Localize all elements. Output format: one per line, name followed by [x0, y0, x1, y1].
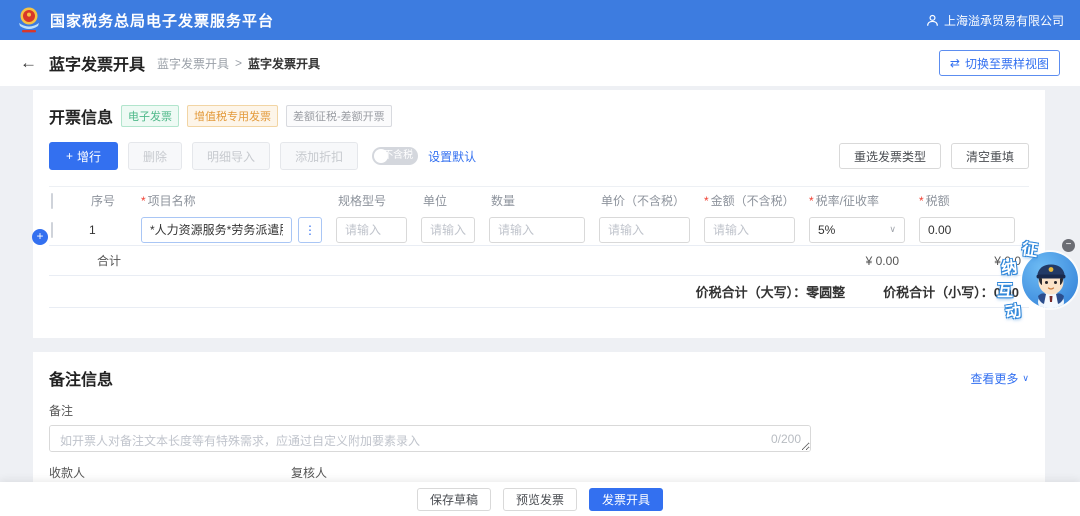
remark-textarea[interactable] — [49, 425, 811, 452]
switch-view-icon: ⇄ — [950, 56, 960, 70]
assistant-char: 纳 — [1000, 253, 1018, 279]
col-unit-price: 单价（不含税） — [599, 192, 704, 209]
detail-import-button[interactable]: 明细导入 — [192, 142, 270, 170]
unit-input[interactable] — [421, 217, 475, 243]
tag-electronic-invoice: 电子发票 — [121, 105, 179, 127]
current-company[interactable]: 上海溢承贸易有限公司 — [926, 12, 1064, 29]
invoice-section-title: 开票信息 — [49, 104, 113, 128]
company-name: 上海溢承贸易有限公司 — [944, 12, 1064, 29]
invoice-items-table: 序号 *项目名称 规格型号 单位 数量 单价（不含税） *金额（不含税） *税率… — [49, 186, 1029, 308]
plus-icon: + — [36, 229, 43, 243]
tag-differential-tax: 差额征税-差额开票 — [286, 105, 392, 127]
row-seq: 1 — [89, 223, 141, 237]
tax-amount-input[interactable] — [919, 217, 1015, 243]
col-item-name: *项目名称 — [141, 192, 336, 209]
col-quantity: 数量 — [489, 192, 599, 209]
select-all-checkbox[interactable] — [51, 193, 53, 209]
col-tax-rate: *税率/征收率 — [809, 192, 919, 209]
insert-row-button[interactable]: + — [32, 229, 48, 245]
subtotal-label: 合计 — [97, 254, 121, 268]
app-header: 国家税务总局电子发票服务平台 上海溢承贸易有限公司 — [0, 0, 1080, 40]
ellipsis-icon: ⋮ — [304, 223, 316, 237]
reselect-invoice-type-button[interactable]: 重选发票类型 — [839, 143, 941, 169]
page-title: 蓝字发票开具 — [49, 51, 145, 75]
col-seq: 序号 — [89, 192, 141, 209]
remarks-section-title: 备注信息 — [49, 366, 113, 390]
row-checkbox[interactable] — [51, 222, 53, 238]
breadcrumb: 蓝字发票开具 > 蓝字发票开具 — [157, 55, 320, 72]
payee-label: 收款人 — [49, 464, 275, 481]
grand-total-row: 价税合计（大写）：零圆整 价税合计（小写）：0.00 — [49, 276, 1029, 308]
spec-input[interactable] — [336, 217, 407, 243]
save-draft-button[interactable]: 保存草稿 — [417, 488, 491, 511]
preview-invoice-button[interactable]: 预览发票 — [503, 488, 577, 511]
total-in-words: 价税合计（大写）：零圆整 — [696, 282, 846, 301]
minimize-assistant-button[interactable]: − — [1062, 239, 1075, 252]
user-icon — [926, 14, 939, 27]
remark-label: 备注 — [49, 402, 1029, 419]
set-default-link[interactable]: 设置默认 — [428, 148, 476, 165]
col-tax-amount: *税额 — [919, 192, 1029, 209]
chevron-down-icon: ∨ — [1022, 373, 1029, 384]
assistant-char: 征 — [1020, 235, 1039, 261]
tag-vat-special-invoice: 增值税专用发票 — [187, 105, 278, 127]
chevron-down-icon: ∨ — [889, 224, 896, 235]
delete-row-button[interactable]: 删除 — [128, 142, 182, 170]
col-unit: 单位 — [421, 192, 489, 209]
add-row-button[interactable]: + 增行 — [49, 142, 118, 170]
invoice-toolbar: + 增行 删除 明细导入 添加折扣 不含税 设置默认 重选发票类型 清空重填 — [49, 142, 1029, 170]
item-options-button[interactable]: ⋮ — [298, 217, 322, 243]
col-spec: 规格型号 — [336, 192, 421, 209]
col-amount: *金额（不含税） — [704, 192, 809, 209]
page-nav-bar: ← 蓝字发票开具 蓝字发票开具 > 蓝字发票开具 ⇄ 切换至票样视图 — [0, 40, 1080, 86]
tax-exclusive-toggle[interactable]: 不含税 — [372, 147, 418, 165]
issue-invoice-button[interactable]: 发票开具 — [589, 488, 663, 511]
plus-icon: + — [66, 149, 73, 163]
assistant-char: 动 — [1003, 297, 1022, 323]
breadcrumb-separator: > — [235, 56, 242, 70]
subtotal-row: 合计 ¥ 0.00 ¥ 0.0 — [49, 246, 1029, 276]
breadcrumb-current: 蓝字发票开具 — [248, 55, 320, 72]
invoice-item-row: 1 ⋮ 5% ∨ — [49, 214, 1029, 246]
reviewer-label: 复核人 — [291, 464, 517, 481]
remark-char-counter: 0/200 — [771, 432, 801, 446]
invoice-info-card: 开票信息 电子发票 增值税专用发票 差额征税-差额开票 + 增行 删除 明细导入… — [33, 90, 1045, 338]
tax-rate-select[interactable]: 5% ∨ — [809, 217, 905, 243]
table-header-row: 序号 *项目名称 规格型号 单位 数量 单价（不含税） *金额（不含税） *税率… — [49, 186, 1029, 214]
assistant-avatar[interactable] — [1022, 252, 1078, 308]
subtotal-amount: ¥ 0.00 — [866, 246, 899, 276]
item-name-input[interactable] — [141, 217, 292, 243]
add-discount-button[interactable]: 添加折扣 — [280, 142, 358, 170]
back-arrow-icon[interactable]: ← — [20, 53, 37, 73]
tax-rate-value: 5% — [818, 223, 835, 237]
minus-icon: − — [1066, 239, 1072, 250]
amount-input[interactable] — [704, 217, 795, 243]
app-title: 国家税务总局电子发票服务平台 — [50, 10, 274, 31]
quantity-input[interactable] — [489, 217, 585, 243]
toggle-label: 不含税 — [383, 147, 413, 165]
action-footer: 保存草稿 预览发票 发票开具 — [0, 482, 1080, 516]
clear-refill-button[interactable]: 清空重填 — [951, 143, 1029, 169]
breadcrumb-parent[interactable]: 蓝字发票开具 — [157, 55, 229, 72]
unit-price-input[interactable] — [599, 217, 690, 243]
tax-emblem-logo — [16, 6, 42, 34]
switch-view-button[interactable]: ⇄ 切换至票样视图 — [939, 50, 1060, 76]
view-more-link[interactable]: 查看更多 ∨ — [970, 370, 1029, 387]
